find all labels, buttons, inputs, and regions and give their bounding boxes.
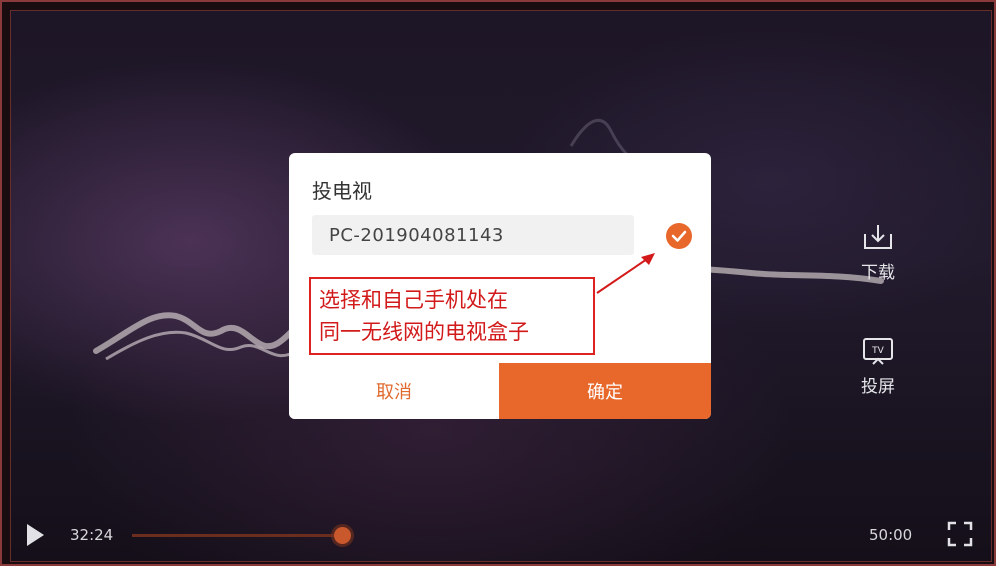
download-action[interactable]: 下载 [848, 222, 908, 283]
cast-dialog: 投电视 PC-201904081143 选择和自己手机处在 同一无线网的电视盒子… [289, 153, 711, 419]
confirm-button[interactable]: 确定 [499, 363, 711, 419]
tv-icon-text: TV [871, 346, 884, 356]
annotation-line-2: 同一无线网的电视盒子 [319, 320, 529, 344]
current-time: 32:24 [70, 526, 114, 544]
tv-cast-icon: TV [863, 338, 893, 365]
download-label: 下载 [861, 263, 895, 283]
dialog-title: 投电视 [312, 179, 372, 203]
cast-label: 投屏 [861, 377, 895, 397]
device-item[interactable]: PC-201904081143 [312, 215, 634, 255]
check-icon[interactable] [665, 222, 693, 250]
progress-knob[interactable] [334, 527, 351, 544]
total-time: 50:00 [869, 526, 913, 544]
download-icon [864, 225, 892, 249]
annotation-arrow [596, 253, 655, 294]
annotation-line-1: 选择和自己手机处在 [319, 288, 508, 312]
fullscreen-icon[interactable] [947, 521, 973, 547]
progress-bar[interactable] [132, 534, 342, 537]
cancel-button[interactable]: 取消 [289, 363, 499, 419]
device-name: PC-201904081143 [329, 224, 504, 246]
player-frame: 下载 TV 投屏 32:24 50:00 投电视 PC-201904081143 [0, 0, 996, 566]
cast-action[interactable]: TV 投屏 [848, 336, 908, 397]
play-icon[interactable] [24, 522, 46, 548]
annotation-box: 选择和自己手机处在 同一无线网的电视盒子 [309, 277, 595, 355]
